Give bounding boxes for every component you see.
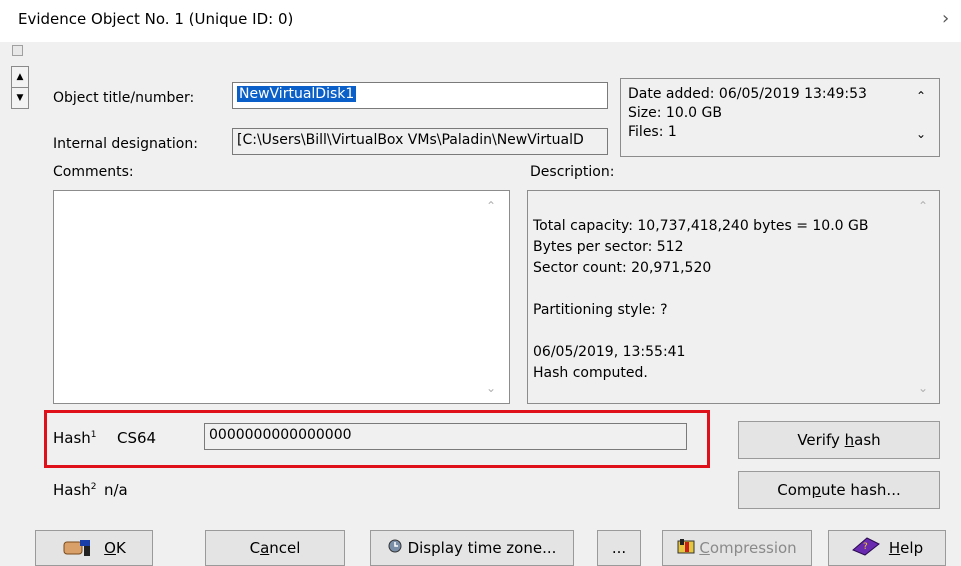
description-scroll-down-icon[interactable]: ⌄	[918, 381, 928, 395]
compression-icon	[677, 538, 695, 558]
internal-designation-field[interactable]: [C:\Users\Bill\VirtualBox VMs\Paladin\Ne…	[232, 128, 608, 155]
object-title-label: Object title/number:	[53, 90, 195, 106]
partitioning-style: Partitioning style: ?	[533, 302, 668, 318]
description-label: Description:	[530, 164, 615, 180]
bytes-per-sector: Bytes per sector: 512	[533, 239, 684, 255]
more-button[interactable]: ...	[597, 530, 641, 566]
splitter-handle[interactable]	[12, 45, 23, 56]
description-scroll-up-icon[interactable]: ⌃	[918, 199, 928, 213]
object-title-input[interactable]: NewVirtualDisk1	[232, 82, 608, 109]
info-panel: Date added: 06/05/2019 13:49:53 Size: 10…	[620, 78, 940, 157]
object-title-value: NewVirtualDisk1	[237, 86, 357, 102]
hash-timestamp: 06/05/2019, 13:55:41	[533, 344, 686, 360]
clock-icon	[388, 539, 402, 557]
info-scroll-up-icon[interactable]: ⌃	[916, 89, 926, 103]
description-panel: Total capacity: 10,737,418,240 bytes = 1…	[527, 190, 940, 404]
comments-scroll-up-icon[interactable]: ⌃	[486, 199, 496, 213]
comments-textarea[interactable]: ⌃ ⌄	[53, 190, 510, 404]
close-chevron-icon[interactable]: ›	[942, 8, 949, 29]
window-title: Evidence Object No. 1 (Unique ID: 0)	[18, 10, 294, 28]
ok-button[interactable]: OK	[35, 530, 153, 566]
info-scroll-down-icon[interactable]: ⌄	[916, 127, 926, 141]
internal-designation-value: [C:\Users\Bill\VirtualBox VMs\Paladin\Ne…	[237, 132, 584, 148]
files-info: Files: 1	[628, 124, 677, 140]
spin-up-icon[interactable]: ▲	[11, 66, 29, 88]
total-capacity: Total capacity: 10,737,418,240 bytes = 1…	[533, 218, 869, 234]
hash2-label: Hash2	[53, 481, 97, 499]
hash-status: Hash computed.	[533, 365, 648, 381]
compression-button[interactable]: Compression	[662, 530, 812, 566]
help-button[interactable]: ? Help	[828, 530, 946, 566]
sector-count: Sector count: 20,971,520	[533, 260, 712, 276]
cancel-button[interactable]: Ca ncel	[205, 530, 345, 566]
hash-highlight-box	[44, 410, 710, 468]
internal-designation-label: Internal designation:	[53, 136, 198, 152]
help-book-icon: ?	[851, 536, 881, 560]
compute-hash-button[interactable]: Com p ute hash...	[738, 471, 940, 509]
comments-label: Comments:	[53, 164, 134, 180]
comments-scroll-down-icon[interactable]: ⌄	[486, 381, 496, 395]
ok-hand-icon	[62, 538, 92, 558]
svg-text:?: ?	[863, 542, 868, 552]
hash2-value: n/a	[104, 481, 128, 499]
verify-hash-button[interactable]: Verify h ash	[738, 421, 940, 459]
spin-down-icon[interactable]: ▼	[11, 87, 29, 109]
display-time-zone-button[interactable]: Display time zone...	[370, 530, 574, 566]
